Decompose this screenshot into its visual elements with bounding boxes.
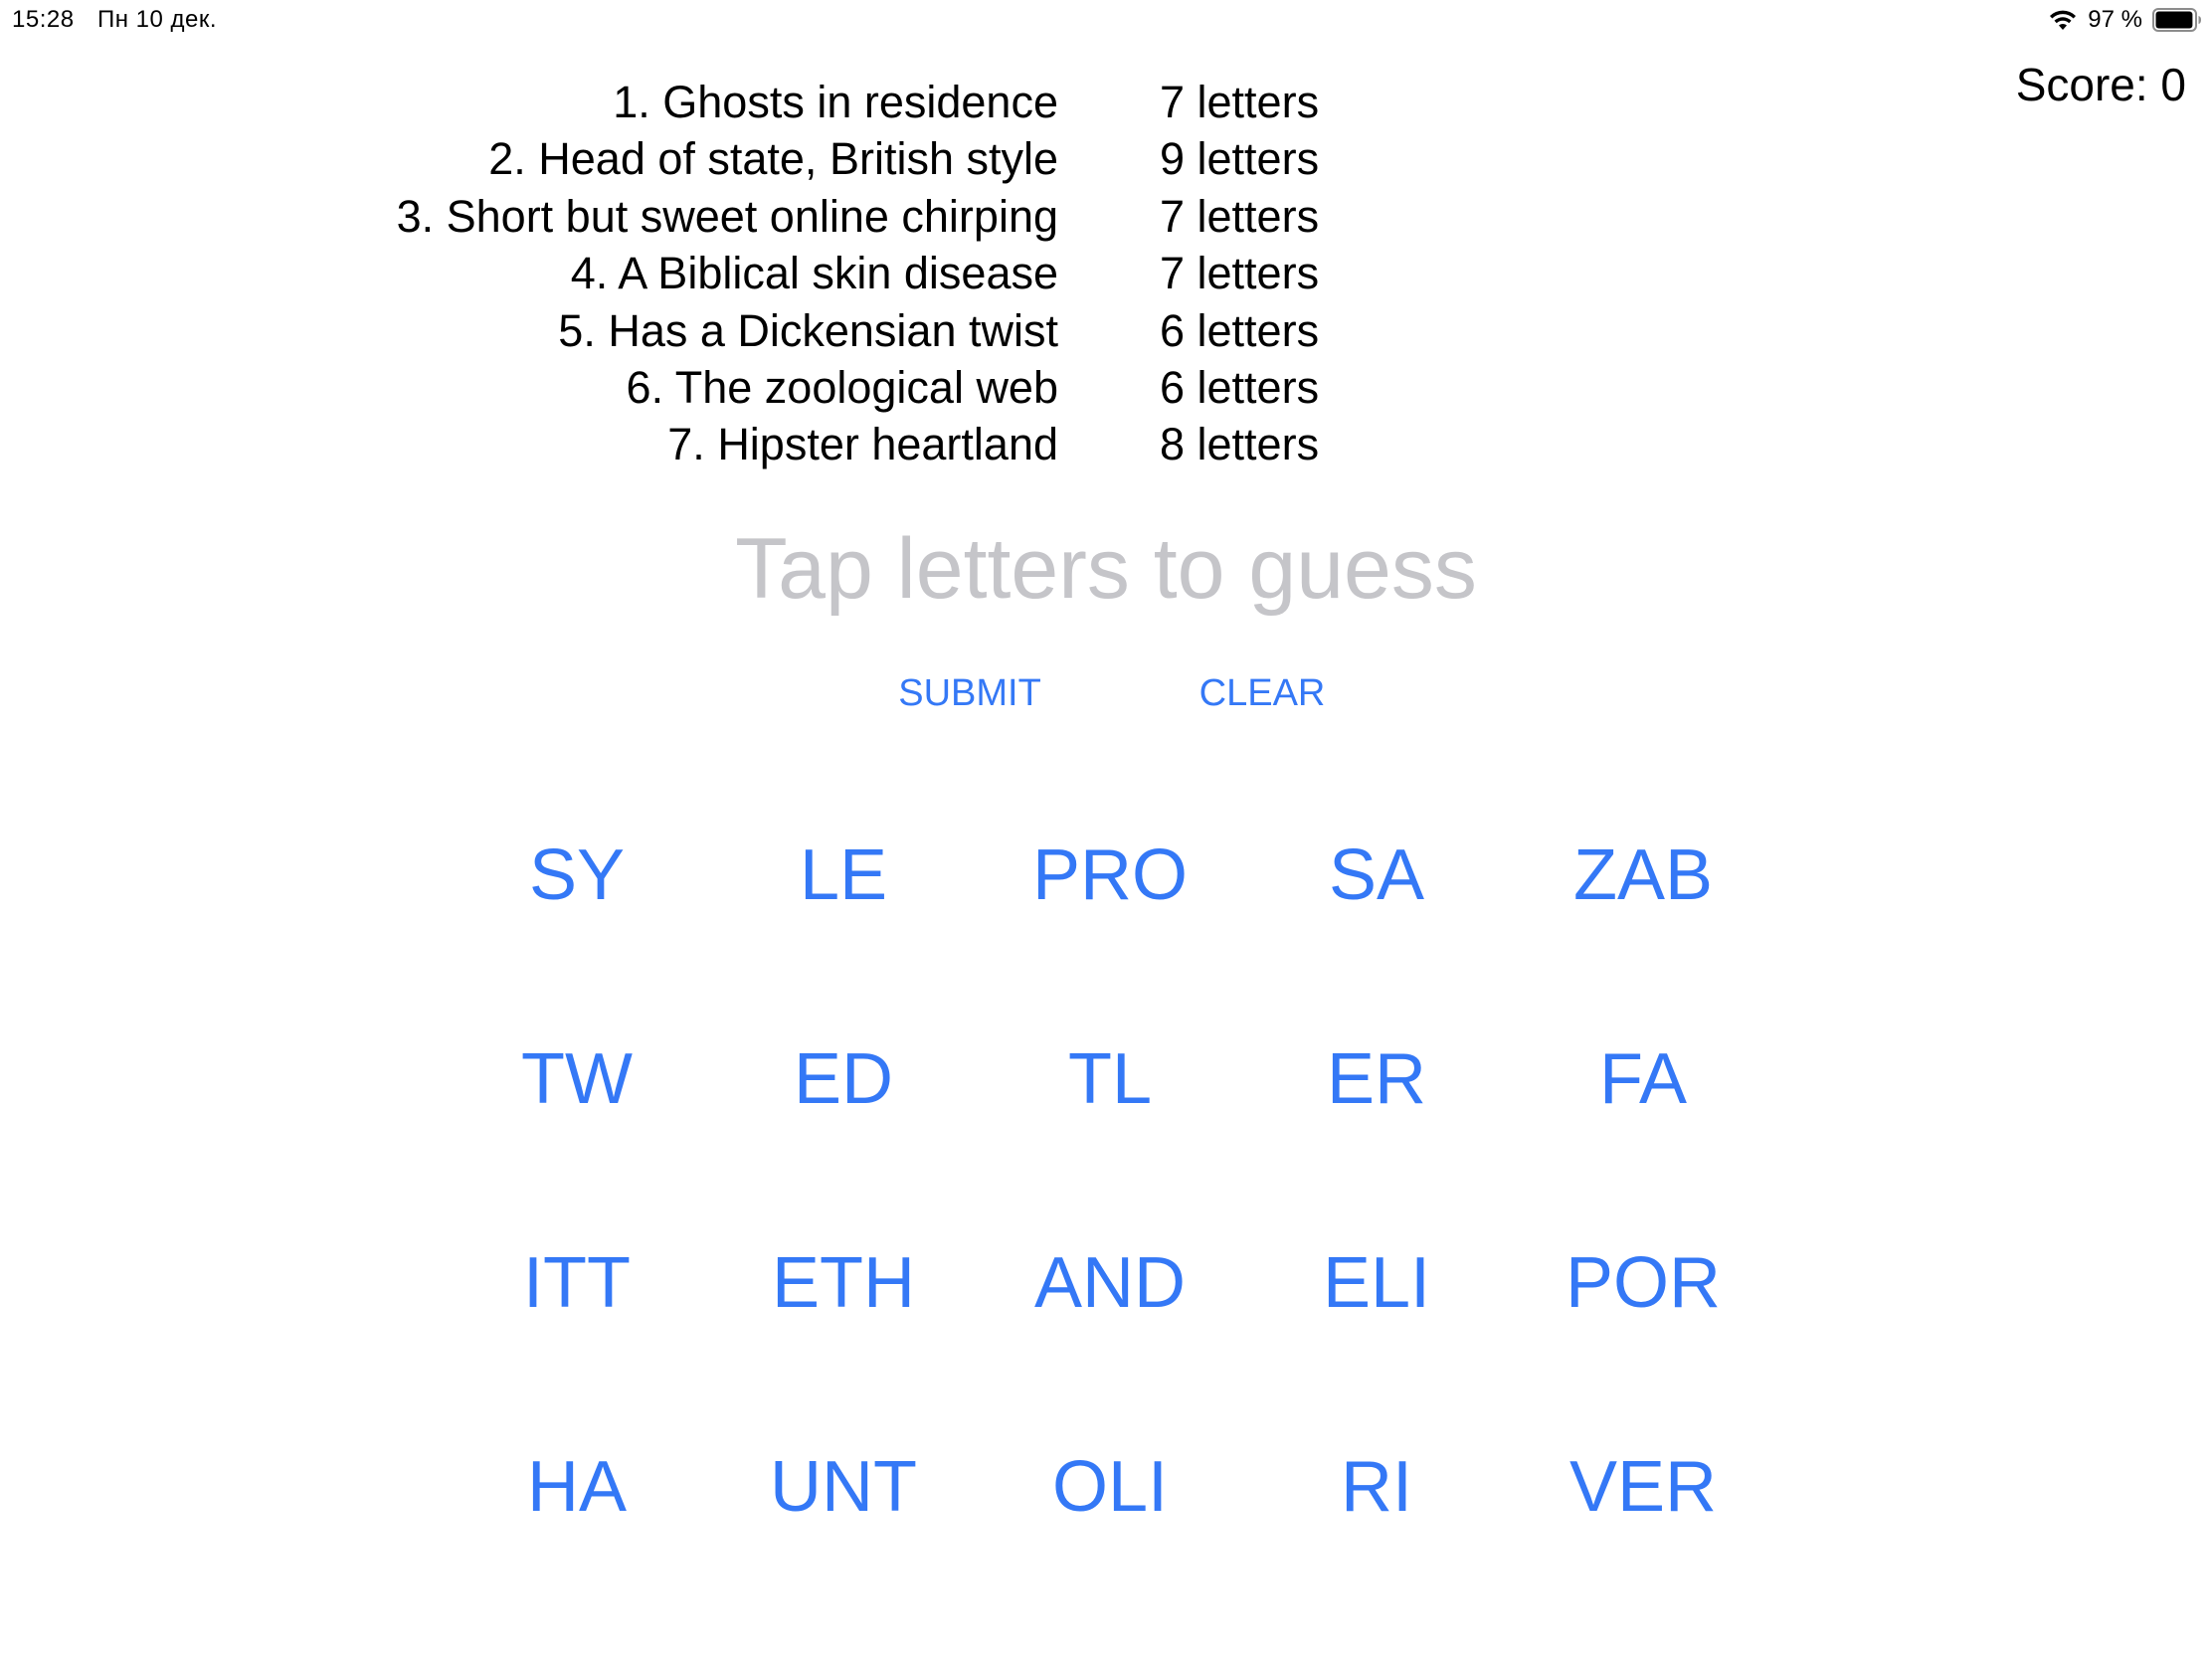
letter-tile[interactable]: ER: [1257, 1029, 1496, 1129]
letter-tile[interactable]: HA: [458, 1437, 696, 1537]
clue-row: 1. Ghosts in residence 7 letters: [0, 74, 2212, 130]
letter-tile[interactable]: ZAB: [1524, 826, 1762, 925]
clue-row: 2. Head of state, British style 9 letter…: [0, 130, 2212, 187]
battery-percentage: 97 %: [2088, 6, 2142, 33]
wifi-icon: [2050, 10, 2077, 30]
battery-icon: [2152, 8, 2201, 32]
letter-tile[interactable]: TL: [991, 1029, 1229, 1129]
letter-tile[interactable]: ITT: [458, 1233, 696, 1333]
letter-tile[interactable]: RI: [1257, 1437, 1496, 1537]
letter-tile[interactable]: SA: [1257, 826, 1496, 925]
letter-tile[interactable]: FA: [1524, 1029, 1762, 1129]
clue-length: 7 letters: [1160, 190, 1320, 242]
submit-button[interactable]: SUBMIT: [895, 668, 1044, 718]
clue-text: 1. Ghosts in residence: [613, 77, 1058, 127]
clue-text: 7. Hipster heartland: [667, 419, 1058, 470]
letter-tile[interactable]: UNT: [724, 1437, 963, 1537]
letter-tile[interactable]: TW: [458, 1029, 696, 1129]
clue-text: 5. Has a Dickensian twist: [558, 304, 1058, 356]
clue-list: 1. Ghosts in residence 7 letters 2. Head…: [0, 74, 2212, 473]
letter-tile[interactable]: PRO: [991, 826, 1229, 925]
status-time: 15:28: [12, 6, 75, 33]
letter-tile[interactable]: AND: [991, 1233, 1229, 1333]
letter-tile[interactable]: VER: [1524, 1437, 1762, 1537]
letter-tile[interactable]: OLI: [991, 1437, 1229, 1537]
clue-row: 6. The zoological web 6 letters: [0, 359, 2212, 416]
clue-row: 3. Short but sweet online chirping 7 let…: [0, 188, 2212, 245]
clue-row: 7. Hipster heartland 8 letters: [0, 416, 2212, 472]
clear-button[interactable]: CLEAR: [1198, 668, 1327, 718]
guess-display: Tap letters to guess: [735, 521, 1477, 617]
status-bar: 15:28 Пн 10 дек. 97 %: [0, 0, 2212, 40]
clue-length: 7 letters: [1160, 248, 1320, 299]
letter-tile[interactable]: ETH: [724, 1233, 963, 1333]
clue-text: 6. The zoological web: [626, 361, 1058, 413]
letter-tile[interactable]: ED: [724, 1029, 963, 1129]
clue-text: 4. A Biblical skin disease: [570, 248, 1058, 299]
letter-tile[interactable]: SY: [458, 826, 696, 925]
letter-tile[interactable]: ELI: [1257, 1233, 1496, 1333]
clue-text: 3. Short but sweet online chirping: [396, 190, 1058, 242]
letter-tile[interactable]: LE: [724, 826, 963, 925]
clue-length: 7 letters: [1160, 77, 1320, 127]
clue-length: 9 letters: [1160, 133, 1320, 185]
clue-text: 2. Head of state, British style: [488, 133, 1058, 185]
clue-length: 6 letters: [1160, 304, 1320, 356]
letter-tile[interactable]: POR: [1524, 1233, 1762, 1333]
clue-row: 5. Has a Dickensian twist 6 letters: [0, 302, 2212, 359]
clue-length: 8 letters: [1160, 419, 1320, 470]
clue-length: 6 letters: [1160, 361, 1320, 413]
clue-row: 4. A Biblical skin disease 7 letters: [0, 245, 2212, 301]
status-indicators: 97 %: [2048, 6, 2202, 34]
status-date: Пн 10 дек.: [97, 6, 218, 33]
